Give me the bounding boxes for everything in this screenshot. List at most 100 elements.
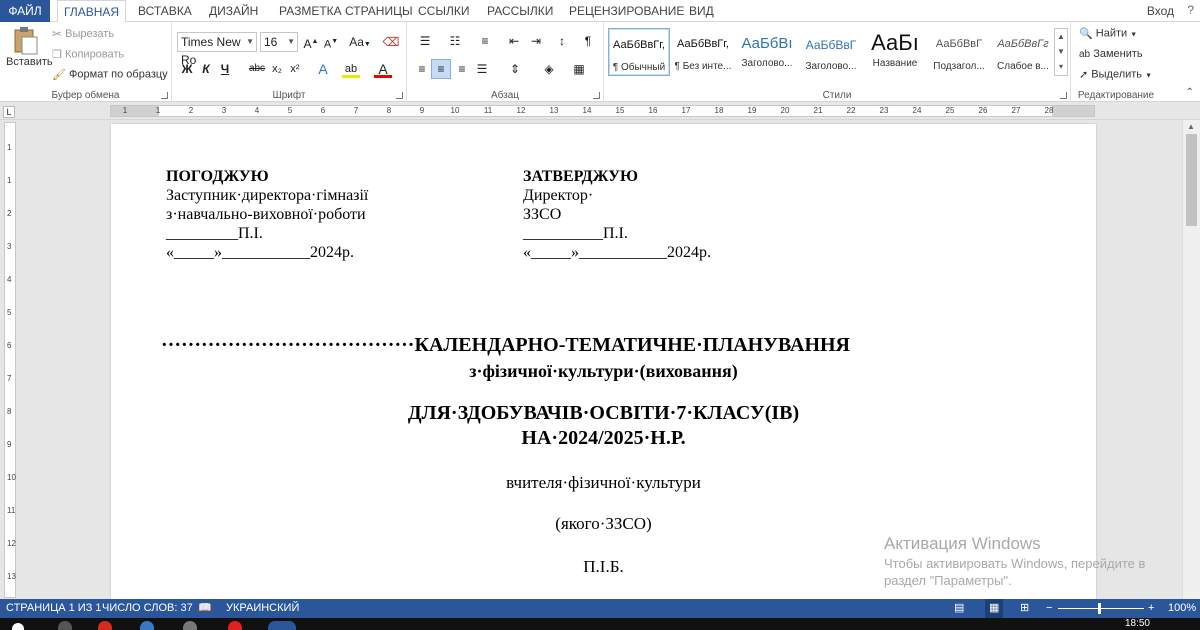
sign-in-link[interactable]: Вход xyxy=(1147,0,1174,22)
style-heading-1[interactable]: АаБбВı Заголово... xyxy=(736,28,798,76)
strikethrough-button[interactable]: abc xyxy=(246,60,268,78)
multilevel-list-icon[interactable]: ≡ xyxy=(473,32,497,50)
zoom-level[interactable]: 100% xyxy=(1168,599,1196,618)
language-indicator[interactable]: УКРАИНСКИЙ xyxy=(226,599,299,618)
tab-mailings[interactable]: РАССЫЛКИ xyxy=(481,0,559,22)
highlight-button[interactable]: ab xyxy=(342,60,360,78)
text-effects-button[interactable]: A xyxy=(314,60,332,78)
clear-format-icon[interactable]: ⌫ xyxy=(382,33,400,51)
tab-stop-selector[interactable]: L xyxy=(3,106,15,118)
style-normal[interactable]: АаБбВвГг, ¶ Обычный xyxy=(608,28,670,76)
horizontal-ruler[interactable]: 1 1 2 3 4 5 6 7 8 9 10 11 12 13 14 15 16 17 18 19 20 21 22 23 24… xyxy=(110,105,1095,117)
increase-indent-icon[interactable]: ⇥ xyxy=(527,32,545,50)
start-icon[interactable] xyxy=(12,623,24,630)
app-icon[interactable] xyxy=(183,621,197,630)
bullets-icon[interactable]: ☰ xyxy=(413,32,437,50)
tab-view[interactable]: ВИД xyxy=(683,0,720,22)
select-button[interactable]: ➚ Выделить ▼ xyxy=(1079,68,1152,81)
underline-button[interactable]: Ч xyxy=(216,60,234,78)
replace-button[interactable]: ab Заменить xyxy=(1079,48,1143,60)
line-spacing-icon[interactable]: ⇕ xyxy=(503,60,527,78)
tab-design[interactable]: ДИЗАЙН xyxy=(203,0,264,22)
shading-icon[interactable]: ◈ xyxy=(537,60,561,78)
word-count[interactable]: ЧИСЛО СЛОВ: 37 xyxy=(102,599,193,618)
align-left-icon[interactable]: ≡ xyxy=(413,60,431,78)
paste-button[interactable]: Вставить xyxy=(6,26,53,68)
font-name-select[interactable]: Times New Ro ▼ xyxy=(177,32,257,67)
align-right-icon[interactable]: ≡ xyxy=(453,60,471,78)
ruler-tick-label: 19 xyxy=(747,106,757,115)
paragraph-launcher-icon[interactable] xyxy=(593,92,600,99)
web-layout-icon[interactable]: ⊞ xyxy=(1020,599,1029,618)
document-page[interactable]: ПОГОДЖУЮ Заступник·директора·гімназії з·… xyxy=(111,124,1096,599)
collapse-ribbon-icon[interactable]: ⌃ xyxy=(1186,87,1194,98)
align-center-icon[interactable]: ≡ xyxy=(431,59,451,79)
superscript-button[interactable]: x² xyxy=(286,60,304,78)
bold-button[interactable]: Ж xyxy=(178,60,196,78)
change-case-button[interactable]: Aa▼ xyxy=(346,33,374,51)
font-color-button[interactable]: A xyxy=(374,60,392,78)
copy-button[interactable]: ❐ Копировать xyxy=(52,48,124,61)
opera-icon[interactable] xyxy=(98,621,112,630)
styles-scroll[interactable]: ▲ ▼ ▾ xyxy=(1054,28,1068,76)
style-name: ¶ Обычный xyxy=(612,62,666,73)
tab-references[interactable]: ССЫЛКИ xyxy=(412,0,475,22)
shrink-font-button[interactable]: A▼ xyxy=(322,33,340,51)
style-subtitle[interactable]: АаБбВвГ Подзагол... xyxy=(928,28,990,76)
tab-review[interactable]: РЕЦЕНЗИРОВАНИЕ xyxy=(563,0,690,22)
borders-icon[interactable]: ▦ xyxy=(567,60,591,78)
ruler-tick-label: 15 xyxy=(615,106,625,115)
activation-watermark-text: Чтобы активировать Windows, перейдите в … xyxy=(884,555,1145,589)
decrease-indent-icon[interactable]: ⇤ xyxy=(505,32,523,50)
styles-launcher-icon[interactable] xyxy=(1060,92,1067,99)
browser-icon[interactable] xyxy=(228,621,242,630)
change-case-icon: Aa xyxy=(349,35,364,49)
taskbar-clock[interactable]: 18:50 xyxy=(1125,618,1150,630)
tab-page-layout[interactable]: РАЗМЕТКА СТРАНИЦЫ xyxy=(273,0,419,22)
style-heading-2[interactable]: АаБбВвГ Заголово... xyxy=(800,28,862,76)
grow-font-button[interactable]: A▲ xyxy=(302,33,320,51)
zoom-slider[interactable] xyxy=(1058,608,1144,609)
vruler-tick-label: 2 xyxy=(7,209,12,218)
brush-icon: 🖌 xyxy=(52,69,66,81)
font-size-select[interactable]: 16 ▼ xyxy=(260,32,298,52)
read-mode-icon[interactable]: ▤ xyxy=(954,599,964,618)
sort-icon[interactable]: ↕ xyxy=(553,32,571,50)
vertical-ruler[interactable]: 1 1 2 3 4 5 6 7 8 9 10 11 12 13 xyxy=(4,122,16,598)
clipboard-launcher-icon[interactable] xyxy=(161,92,168,99)
vertical-scrollbar[interactable]: ▲ xyxy=(1182,120,1200,599)
word-taskbar-icon[interactable] xyxy=(268,621,296,630)
print-layout-icon[interactable]: ▦ xyxy=(985,599,1004,618)
page-count[interactable]: СТРАНИЦА 1 ИЗ 1 xyxy=(6,599,102,618)
help-icon[interactable]: ? xyxy=(1187,3,1194,17)
style-sample: АаБбВвГ xyxy=(935,38,983,50)
tab-insert[interactable]: ВСТАВКА xyxy=(132,0,198,22)
vruler-tick-label: 3 xyxy=(7,242,12,251)
justify-icon[interactable]: ☰ xyxy=(473,60,491,78)
proofing-icon[interactable]: 📖 xyxy=(198,599,212,618)
scroll-thumb[interactable] xyxy=(1186,134,1197,226)
scroll-up-icon[interactable]: ▲ xyxy=(1187,122,1195,131)
zoom-slider-thumb[interactable] xyxy=(1098,603,1101,614)
scissors-icon: ✂ xyxy=(52,27,63,41)
explorer-icon[interactable] xyxy=(140,621,154,630)
tab-home[interactable]: ГЛАВНАЯ xyxy=(57,0,127,23)
find-button[interactable]: 🔍 Найти ▼ xyxy=(1079,27,1137,40)
italic-button[interactable]: К xyxy=(197,60,215,78)
cut-label: Вырезать xyxy=(65,27,115,40)
style-title[interactable]: АаБı Название xyxy=(864,28,926,76)
zoom-out-button[interactable]: − xyxy=(1046,599,1052,618)
cut-button[interactable]: ✂ Вырезать xyxy=(52,27,114,41)
numbering-icon[interactable]: ☷ xyxy=(443,32,467,50)
watermark-line-3: раздел "Параметры". xyxy=(884,573,1012,588)
font-launcher-icon[interactable] xyxy=(396,92,403,99)
style-no-spacing[interactable]: АаБбВвГг, ¶ Без инте... xyxy=(672,28,734,76)
format-painter-button[interactable]: 🖌 Формат по образцу xyxy=(52,68,168,81)
search-taskbar-icon[interactable] xyxy=(58,621,72,630)
style-subtle-emphasis[interactable]: АаБбВвГг Слабое в... xyxy=(992,28,1054,76)
subscript-button[interactable]: x₂ xyxy=(268,60,286,78)
paste-label: Вставить xyxy=(6,56,53,68)
tab-file[interactable]: ФАЙЛ xyxy=(0,0,50,22)
zoom-in-button[interactable]: + xyxy=(1148,599,1154,618)
show-formatting-button[interactable]: ¶ xyxy=(579,32,597,50)
